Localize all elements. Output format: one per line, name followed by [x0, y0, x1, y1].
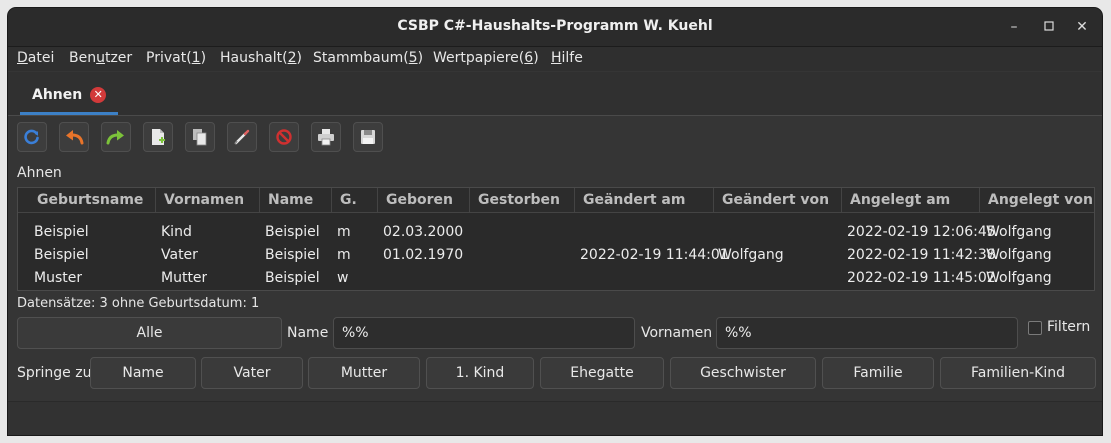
- undo-icon: [66, 130, 84, 145]
- window-title: CSBP C#-Haushalts-Programm W. Kuehl: [397, 18, 713, 34]
- cell: Beispiel: [34, 224, 89, 240]
- cell: Wolfgang: [986, 270, 1052, 286]
- filter-checkbox-label: Filtern: [1047, 319, 1091, 335]
- jump-name-button[interactable]: Name: [90, 357, 196, 389]
- name-filter-label: Name: [287, 325, 329, 341]
- print-button[interactable]: [311, 122, 341, 152]
- cell: w: [337, 270, 349, 286]
- column-header[interactable]: Geboren: [378, 188, 470, 212]
- menu-stammbaum[interactable]: Stammbaum(5): [313, 50, 423, 66]
- column-header[interactable]: Geburtsname: [29, 188, 156, 212]
- save-icon: [361, 130, 375, 144]
- cell: Vater: [161, 247, 198, 263]
- cell: 2022-02-19 11:42:38: [847, 247, 996, 263]
- name-filter-input[interactable]: [333, 317, 635, 349]
- cell: Beispiel: [265, 247, 320, 263]
- column-header[interactable]: Name: [260, 188, 332, 212]
- cell: Kind: [161, 224, 192, 240]
- column-header[interactable]: Geändert von: [714, 188, 842, 212]
- redo-button[interactable]: [101, 122, 131, 152]
- bottom-panel: [8, 401, 1102, 435]
- refresh-icon: [24, 129, 39, 145]
- cell: 02.03.2000: [383, 224, 464, 240]
- jump-vater-button[interactable]: Vater: [201, 357, 303, 389]
- cell: Wolfgang: [718, 247, 784, 263]
- column-header[interactable]: Vornamen: [156, 188, 260, 212]
- menu-privat[interactable]: Privat(1): [146, 50, 206, 66]
- table-row[interactable]: Beispiel Vater Beispiel m 01.02.1970 202…: [18, 244, 1094, 267]
- table-header: Geburtsname Vornamen Name G. Geboren Ges…: [18, 188, 1094, 213]
- new-document-icon: [152, 129, 165, 145]
- ahnen-table: Geburtsname Vornamen Name G. Geboren Ges…: [17, 187, 1095, 291]
- menu-haushalt[interactable]: Haushalt(2): [220, 50, 302, 66]
- edit-icon: [234, 129, 250, 145]
- column-header[interactable]: Angelegt von: [980, 188, 1094, 212]
- table-row[interactable]: Beispiel Kind Beispiel m 02.03.2000 2022…: [18, 221, 1094, 244]
- jump-family-child-button[interactable]: Familien-Kind: [940, 357, 1096, 389]
- cell: 2022-02-19 11:44:01: [580, 247, 729, 263]
- title-bar: CSBP C#-Haushalts-Programm W. Kuehl – ✕: [8, 8, 1102, 47]
- cell: Wolfgang: [986, 247, 1052, 263]
- table-row[interactable]: Muster Mutter Beispiel w 2022-02-19 11:4…: [18, 267, 1094, 290]
- tab-close-icon[interactable]: ✕: [90, 87, 107, 103]
- cell: Beispiel: [265, 224, 320, 240]
- menu-wertpapiere[interactable]: Wertpapiere(6): [433, 50, 539, 66]
- jump-to-label: Springe zu: [17, 365, 92, 381]
- filter-all-button[interactable]: Alle: [17, 317, 282, 349]
- maximize-icon[interactable]: [1039, 17, 1059, 37]
- jump-spouse-button[interactable]: Ehegatte: [540, 357, 664, 389]
- menu-benutzer[interactable]: Benutzer: [69, 50, 132, 66]
- jump-family-button[interactable]: Familie: [822, 357, 934, 389]
- column-header[interactable]: G.: [332, 188, 378, 212]
- refresh-button[interactable]: [17, 122, 47, 152]
- menu-bar: Datei Benutzer Privat(1) Haushalt(2) Sta…: [8, 47, 1102, 71]
- tab-ahnen[interactable]: Ahnen ✕: [20, 78, 119, 115]
- jump-siblings-button[interactable]: Geschwister: [670, 357, 816, 389]
- tab-strip: Ahnen ✕: [8, 72, 1102, 116]
- cell: Beispiel: [265, 270, 320, 286]
- undo-button[interactable]: [59, 122, 89, 152]
- cell: Wolfgang: [986, 224, 1052, 240]
- new-button[interactable]: [143, 122, 173, 152]
- copy-button[interactable]: [185, 122, 215, 152]
- edit-button[interactable]: [227, 122, 257, 152]
- vornamen-filter-label: Vornamen: [641, 325, 713, 341]
- menu-datei[interactable]: Datei: [17, 50, 54, 66]
- cell: 2022-02-19 11:45:02: [847, 270, 996, 286]
- vornamen-filter-input[interactable]: [716, 317, 1018, 349]
- print-icon: [318, 129, 334, 146]
- cell: Mutter: [161, 270, 208, 286]
- record-count-status: Datensätze: 3 ohne Geburtsdatum: 1: [17, 296, 260, 311]
- cell: Beispiel: [34, 247, 89, 263]
- cell: Muster: [34, 270, 83, 286]
- cell: m: [337, 247, 351, 263]
- jump-mutter-button[interactable]: Mutter: [308, 357, 420, 389]
- column-header[interactable]: Gestorben: [470, 188, 575, 212]
- menu-hilfe[interactable]: Hilfe: [551, 50, 583, 66]
- minimize-icon[interactable]: –: [1004, 17, 1024, 37]
- filter-checkbox[interactable]: [1028, 321, 1042, 335]
- cell: m: [337, 224, 351, 240]
- copy-icon: [193, 129, 207, 146]
- column-header[interactable]: Geändert am: [575, 188, 714, 212]
- jump-first-child-button[interactable]: 1. Kind: [426, 357, 534, 389]
- tab-ahnen-label: Ahnen: [32, 87, 83, 103]
- save-button[interactable]: [353, 122, 383, 152]
- section-label: Ahnen: [17, 165, 62, 181]
- cell: 2022-02-19 12:06:45: [847, 224, 996, 240]
- redo-icon: [106, 130, 124, 145]
- column-header[interactable]: Angelegt am: [842, 188, 980, 212]
- delete-button[interactable]: [269, 122, 299, 152]
- delete-icon: [276, 129, 292, 145]
- close-icon[interactable]: ✕: [1072, 17, 1092, 37]
- cell: 01.02.1970: [383, 247, 464, 263]
- app-window: CSBP C#-Haushalts-Programm W. Kuehl – ✕ …: [8, 8, 1102, 435]
